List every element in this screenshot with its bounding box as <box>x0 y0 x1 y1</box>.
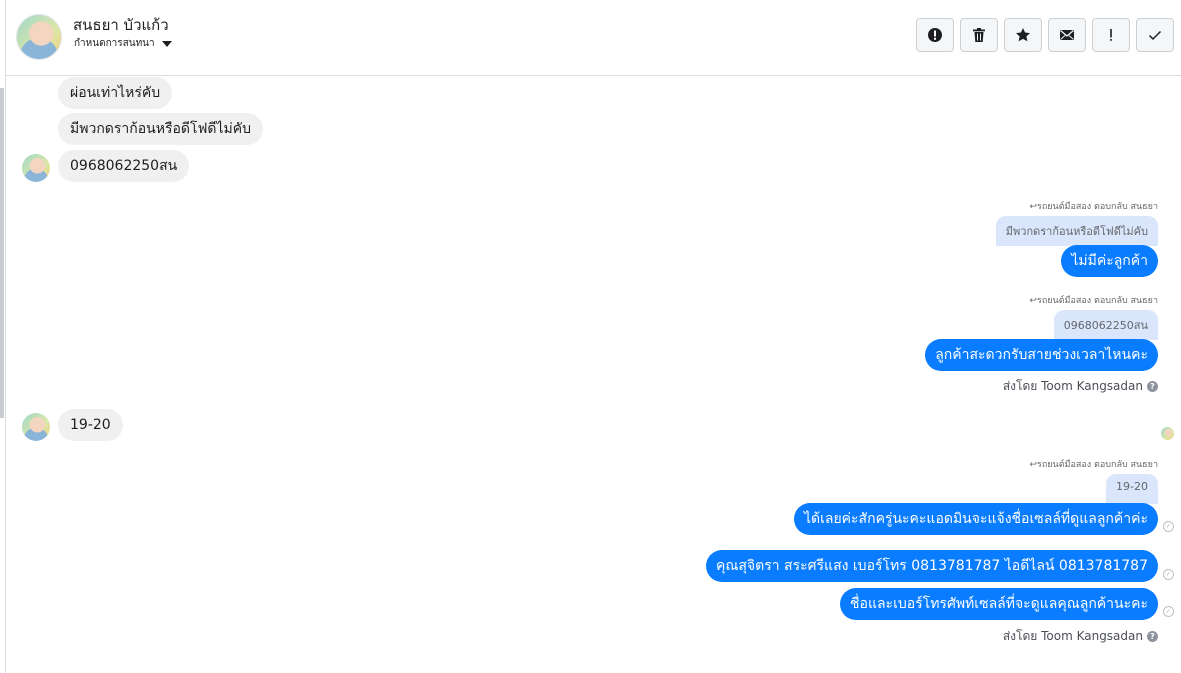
star-icon <box>1016 28 1030 42</box>
quoted-message: 0968062250สน <box>1053 310 1158 340</box>
reply-note-text: รถยนต์มือสอง ตอบกลับ สนธยา <box>1036 460 1158 470</box>
help-icon[interactable]: ? <box>1147 631 1158 642</box>
alert-circle-icon <box>928 28 942 42</box>
toolbar <box>916 18 1174 52</box>
mark-done-button[interactable] <box>1136 18 1174 52</box>
follow-up-button[interactable] <box>1092 18 1130 52</box>
conversation-header: สนธยา บัวแก้ว กำหนดการสนทนา <box>6 0 1181 76</box>
reply-note: ↩รถยนต์มือสอง ตอบกลับ สนธยา <box>1029 199 1158 213</box>
outgoing-message[interactable]: ไม่มีค่ะลูกค้า <box>1061 245 1158 277</box>
reply-arrow-icon: ↩ <box>1029 202 1037 212</box>
message-thread: ผ่อนเท่าไหร่คับ มีพวกดราก้อนหรือดีโฟดีไม… <box>6 76 1181 673</box>
reply-note-text: รถยนต์มือสอง ตอบกลับ สนธยา <box>1036 296 1158 306</box>
exclamation-icon <box>1110 29 1112 41</box>
mark-unread-button[interactable] <box>1048 18 1086 52</box>
reply-note: ↩รถยนต์มือสอง ตอบกลับ สนธยา <box>1029 293 1158 307</box>
star-button[interactable] <box>1004 18 1042 52</box>
reply-note: ↩รถยนต์มือสอง ตอบกลับ สนธยา <box>1029 457 1158 471</box>
mark-spam-button[interactable] <box>916 18 954 52</box>
incoming-message[interactable]: 0968062250สน <box>58 150 190 182</box>
delete-button[interactable] <box>960 18 998 52</box>
seen-avatar <box>1161 427 1174 440</box>
sent-by-text: ส่งโดย Toom Kangsadan <box>1002 629 1143 643</box>
checkmark-icon <box>1148 30 1162 41</box>
reply-arrow-icon: ↩ <box>1029 460 1037 470</box>
chevron-down-icon <box>161 40 172 47</box>
assign-conversation-dropdown[interactable]: กำหนดการสนทนา <box>74 36 172 51</box>
assign-label: กำหนดการสนทนา <box>74 38 155 49</box>
help-icon[interactable]: ? <box>1147 381 1158 392</box>
scrollbar[interactable] <box>0 88 4 418</box>
contact-name[interactable]: สนธยา บัวแก้ว <box>73 13 169 37</box>
incoming-message[interactable]: 19-20 <box>58 409 123 441</box>
quoted-message: มีพวกดราก้อนหรือดีโฟดีไม่คับ <box>995 216 1158 246</box>
sent-by-label: ส่งโดย Toom Kangsadan ? <box>1003 377 1158 396</box>
trash-icon <box>973 28 985 42</box>
quoted-message: 19-20 <box>1106 474 1158 504</box>
outgoing-message[interactable]: คุณสุจิตรา สระศรีแสง เบอร์โทร 0813781787… <box>706 550 1158 582</box>
sent-by-text: ส่งโดย Toom Kangsadan <box>1002 379 1143 393</box>
outgoing-message[interactable]: ลูกค้าสะดวกรับสายช่วงเวลาไหนคะ <box>925 339 1158 371</box>
incoming-message[interactable]: ผ่อนเท่าไหร่คับ <box>58 77 173 109</box>
outgoing-message[interactable]: ชื่อและเบอร์โทรศัพท์เซลล์ที่จะดูแลคุณลูก… <box>840 588 1158 620</box>
envelope-icon <box>1060 30 1074 40</box>
reply-arrow-icon: ↩ <box>1029 296 1037 306</box>
avatar <box>22 413 50 441</box>
avatar <box>22 154 50 182</box>
outgoing-message[interactable]: ได้เลยค่ะสักครู่นะคะแอดมินจะแจ้งชื่อเซลล… <box>793 503 1158 535</box>
incoming-message[interactable]: มีพวกดราก้อนหรือดีโฟดีไม่คับ <box>58 113 264 145</box>
sent-status-icon: ✓ <box>1163 569 1174 580</box>
avatar[interactable] <box>16 14 62 60</box>
sent-by-label: ส่งโดย Toom Kangsadan ? <box>1003 627 1158 646</box>
reply-note-text: รถยนต์มือสอง ตอบกลับ สนธยา <box>1036 202 1158 212</box>
sent-status-icon: ✓ <box>1163 521 1174 532</box>
sent-status-icon: ✓ <box>1163 606 1174 617</box>
